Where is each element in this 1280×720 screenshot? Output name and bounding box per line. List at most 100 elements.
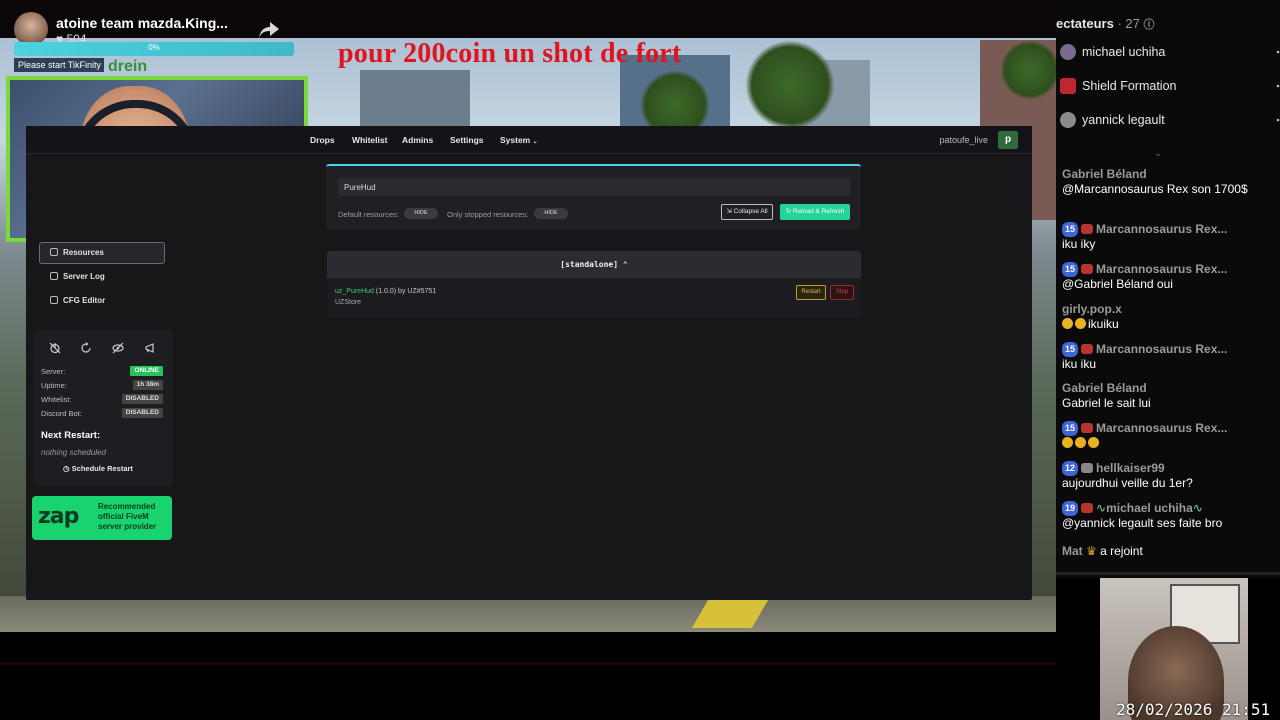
resource-stop-button[interactable]: Stop (830, 285, 854, 300)
resource-version: (1.0.0) by UZ#5751 (375, 288, 437, 295)
emoji-icon (1075, 318, 1086, 329)
info-icon[interactable]: ⓘ (1143, 19, 1154, 31)
eye-off-icon[interactable] (112, 342, 124, 354)
chat-text: @Gabriel Béland oui (1062, 277, 1173, 291)
zap-text: Recommended official FiveM server provid… (98, 502, 156, 532)
sidebar-item-resources[interactable]: Resources (50, 248, 104, 257)
collapse-all-button[interactable]: ⇲ Collapse All (721, 204, 773, 220)
chat-message: girly.pop.x ikuiku (1062, 302, 1278, 332)
sidebar-item-server-log[interactable]: Server Log (50, 272, 105, 281)
megaphone-icon[interactable] (144, 342, 156, 354)
chat-message: Gabriel Béland Gabriel le sait lui (1062, 381, 1278, 411)
chat-text: ikuiku (1088, 317, 1119, 331)
default-resources-toggle[interactable]: HIDE (404, 208, 438, 219)
zap-line-1: Recommended (98, 502, 156, 511)
zap-line-2: official FiveM (98, 512, 149, 521)
bottom-bar (0, 632, 1056, 720)
power-off-icon[interactable] (49, 342, 61, 354)
resource-description: UZStore (335, 299, 362, 306)
viewer-name: Shield Formation (1082, 79, 1177, 93)
sidebar-item-label: Server Log (63, 272, 105, 281)
clock-icon: ◷ (63, 464, 70, 473)
chat-text: a rejoint (1100, 544, 1143, 558)
whitelist-badge: DISABLED (121, 394, 163, 404)
stopped-resources-toggle[interactable]: HIDE (534, 208, 568, 219)
heart-badge-icon (1081, 503, 1094, 513)
zap-hosting-ad[interactable]: zap Recommended official FiveM server pr… (32, 496, 172, 540)
resource-name-line: uz_PureHud (1.0.0) by UZ#5751 (335, 288, 436, 295)
level-badge: 12 (1062, 461, 1079, 476)
chat-message: 12 hellkaiser99 aujourdhui veille du 1er? (1062, 461, 1278, 491)
level-badge: 15 (1062, 421, 1079, 436)
file-icon (50, 296, 58, 304)
nav-whitelist[interactable]: Whitelist (352, 135, 387, 145)
zap-line-3: server provider (98, 522, 157, 531)
streamer-avatar[interactable] (14, 12, 48, 46)
guest-webcam (1100, 578, 1248, 720)
resource-name: uz_PureHud (335, 288, 374, 295)
share-icon[interactable] (258, 20, 280, 40)
next-restart-value: nothing scheduled (41, 448, 106, 457)
chat-message: 19 ∿michael uchiha∿ @yannick legault ses … (1062, 501, 1278, 531)
resource-restart-button[interactable]: Restart (796, 285, 826, 300)
chevron-down-icon: ⌄ (532, 139, 538, 145)
schedule-restart-label: Schedule Restart (71, 464, 133, 473)
heart-badge-icon (1081, 423, 1094, 433)
avatar (1060, 78, 1076, 94)
resource-search-input[interactable] (338, 178, 850, 196)
chat-username[interactable]: michael uchiha (1106, 501, 1193, 515)
chat-username[interactable]: Gabriel Béland (1062, 167, 1278, 182)
server-status-card: Server: ONLINE Uptime: 1h 38m Whitelist:… (33, 330, 173, 486)
chat-username[interactable]: Marcannosaurus Rex... (1096, 222, 1227, 236)
discord-bot-badge: DISABLED (121, 408, 163, 418)
reload-refresh-label: Reload & Refresh (792, 208, 845, 215)
chat-username[interactable]: girly.pop.x (1062, 302, 1122, 316)
nav-admins[interactable]: Admins (402, 135, 433, 145)
restart-icon[interactable] (80, 342, 92, 354)
collapse-all-label: Collapse All (733, 208, 768, 215)
chat-text: iku iku (1062, 357, 1097, 371)
uptime-badge: 1h 38m (132, 380, 163, 390)
server-status-badge: ONLINE (130, 366, 163, 376)
level-badge: 15 (1062, 262, 1079, 277)
whitelist-label: Whitelist: (41, 395, 72, 404)
resource-group-name: [standalone] (560, 260, 619, 269)
chat-message: Mat ♛ a rejoint (1062, 544, 1278, 559)
nav-system[interactable]: System ⌄ (500, 135, 538, 145)
chat-username[interactable]: Gabriel Béland (1062, 381, 1278, 396)
chat-username[interactable]: Mat (1062, 544, 1083, 558)
emoji-icon (1075, 437, 1086, 448)
avatar (1060, 44, 1076, 60)
resource-group-header[interactable]: [standalone] ⌃ (327, 251, 861, 278)
next-restart-label: Next Restart: (41, 430, 101, 441)
more-icon[interactable] (1276, 81, 1280, 91)
timestamp: 28/02/2026 21:51 (1116, 700, 1271, 719)
chat-text: aujourdhui veille du 1er? (1062, 476, 1193, 490)
emoji-icon (1088, 437, 1099, 448)
resource-group-standalone: [standalone] ⌃ uz_PureHud (1.0.0) by UZ#… (327, 251, 861, 317)
more-icon[interactable] (1276, 115, 1280, 125)
streamer-name[interactable]: atoine team mazda.King... (56, 15, 228, 31)
stopped-resources-label: Only stopped resources: (447, 210, 529, 219)
chevron-down-icon[interactable]: ⌄ (1154, 148, 1162, 159)
reload-refresh-button[interactable]: ↻ Reload & Refresh (780, 204, 850, 220)
user-avatar-button[interactable]: p (998, 131, 1018, 149)
chat-message: 15 Marcannosaurus Rex... (1062, 421, 1278, 451)
schedule-restart-button[interactable]: ◷ Schedule Restart (63, 464, 143, 476)
viewer-name: michael uchiha (1082, 45, 1166, 59)
chat-text: @yannick legault ses faite bro (1062, 516, 1223, 530)
chat-username[interactable]: Marcannosaurus Rex... (1096, 262, 1227, 276)
chat-message: Gabriel Béland @Marcannosaurus Rex son 1… (1062, 167, 1278, 197)
more-icon[interactable] (1276, 47, 1280, 57)
chat-message: 15 Marcannosaurus Rex... iku iky (1062, 222, 1278, 252)
chat-username[interactable]: hellkaiser99 (1096, 461, 1165, 475)
tikfinity-progress: 0% (14, 42, 294, 56)
nav-drops[interactable]: Drops (310, 135, 335, 145)
sidebar-item-cfg-editor[interactable]: CFG Editor (50, 296, 105, 305)
level-badge: 15 (1062, 342, 1079, 357)
chat-username[interactable]: Marcannosaurus Rex... (1096, 342, 1227, 356)
chat-username[interactable]: Marcannosaurus Rex... (1096, 421, 1227, 435)
crown-icon: ♛ (1086, 544, 1097, 558)
nav-settings[interactable]: Settings (450, 135, 484, 145)
username[interactable]: patoufe_live (939, 135, 988, 145)
